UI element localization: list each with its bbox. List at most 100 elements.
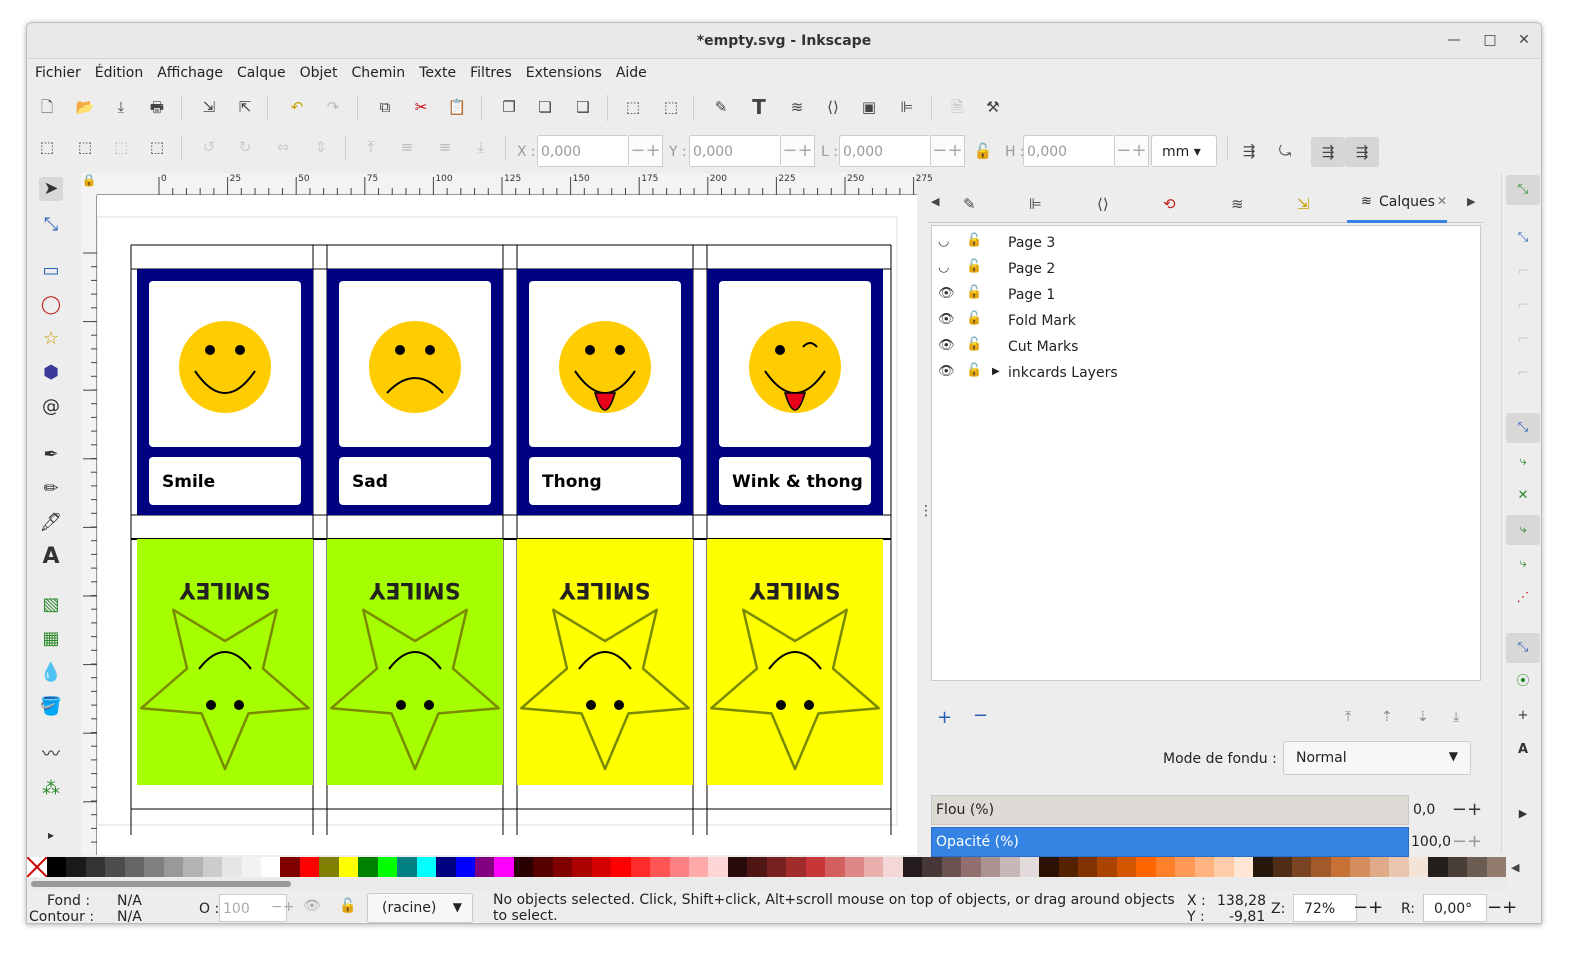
cut-icon[interactable]: ✂ [411,97,431,117]
preferences-icon[interactable]: ⚒ [983,97,1003,117]
color-swatch[interactable] [552,857,573,877]
color-swatch[interactable] [124,857,145,877]
export-icon[interactable]: ⇱ [235,97,255,117]
tab-align[interactable]: ⊫ [1029,195,1042,213]
spray-tool-icon[interactable]: ⁂ [39,777,63,801]
color-swatch[interactable] [1136,857,1156,877]
more-tools-icon[interactable]: ▸ [39,823,63,847]
snap-nodes-icon[interactable]: ⤡ [1506,413,1540,443]
color-swatch[interactable] [474,857,495,877]
eye-closed-icon[interactable]: ◡ [938,234,949,249]
text-tool-icon[interactable]: A [39,545,63,569]
select-all-layers-icon[interactable]: ⬚ [75,137,95,157]
touch-select-icon[interactable]: ⬚ [147,137,167,157]
layer-row[interactable]: ◡ 🔓 Page 3 [932,230,1480,256]
3d-box-tool-icon[interactable]: ⬢ [39,361,63,385]
remove-layer-icon[interactable]: − [973,705,988,726]
color-swatch[interactable] [1019,857,1040,877]
color-swatch[interactable] [513,857,534,877]
unlocked-icon[interactable]: 🔓 [966,363,982,378]
color-swatch[interactable] [1428,857,1448,877]
snap-toggle-icon[interactable]: ⤡ [1506,175,1540,205]
text-font-icon[interactable]: T [749,97,769,117]
color-swatch[interactable] [805,857,826,877]
eye-open-icon[interactable]: 👁 [938,364,955,379]
eye-open-icon[interactable]: 👁 [938,312,955,327]
card-back-1[interactable]: SMILEY [327,539,503,785]
eye-open-icon[interactable]: 👁 [938,286,955,301]
color-swatch[interactable] [825,857,845,877]
selector-tool-icon[interactable]: ➤ [39,177,63,201]
color-swatch[interactable] [1467,857,1487,877]
color-swatch[interactable] [922,857,942,877]
snap-intersections-icon[interactable]: ✕ [1506,481,1540,511]
tab-fill-stroke[interactable]: ✎ [963,195,976,213]
rotate-cw-icon[interactable]: ↻ [235,137,255,157]
card-back-3[interactable]: SMILEY [707,539,883,785]
close-button[interactable]: ✕ [1515,32,1533,48]
color-swatch[interactable] [455,857,475,877]
color-swatch[interactable] [280,857,300,877]
rotation-stepper[interactable]: −+ [1487,897,1517,918]
color-swatch[interactable] [1330,857,1351,877]
lower-icon[interactable]: ≡ [435,137,455,157]
menu-extensions[interactable]: Extensions [518,59,608,81]
color-swatch[interactable] [688,857,709,877]
layer-row[interactable]: 👁 🔓 Page 1 [932,282,1480,308]
color-swatch[interactable] [66,857,86,877]
snap-object-center-icon[interactable]: ⦿ [1506,667,1540,697]
color-swatch[interactable] [1058,857,1079,877]
color-swatch[interactable] [1486,857,1506,877]
color-swatch[interactable] [1292,857,1312,877]
blend-mode-select[interactable]: Normal ▼ [1283,741,1471,775]
opacity-stepper[interactable]: −+ [1451,827,1483,857]
snap-paths-icon[interactable]: ⤷ [1506,447,1540,477]
xml-editor-icon[interactable]: ⟨⟩ [823,97,843,117]
save-icon[interactable]: ⤓ [111,97,131,117]
color-swatch[interactable] [183,857,203,877]
menu-edition[interactable]: Édition [87,59,149,81]
menu-filtres[interactable]: Filtres [462,59,518,81]
y-stepper[interactable]: −+ [781,135,815,167]
expand-arrow-icon[interactable]: ▶ [992,366,1000,377]
card-back-0[interactable]: SMILEY [137,539,313,785]
color-swatch[interactable] [669,857,689,877]
color-swatch[interactable] [241,857,261,877]
color-swatch[interactable] [1233,857,1254,877]
deselect-icon[interactable]: ⬚ [111,137,131,157]
color-swatch[interactable] [727,857,748,877]
color-swatch[interactable] [144,857,164,877]
color-swatch[interactable] [1194,857,1215,877]
color-swatch[interactable] [1155,857,1176,877]
color-swatch[interactable] [47,857,67,877]
menu-aide[interactable]: Aide [608,59,653,81]
h-stepper[interactable]: −+ [1115,135,1149,167]
color-swatch[interactable] [611,857,631,877]
flip-vertical-icon[interactable]: ⇕ [311,137,331,157]
tabs-scroll-left-icon[interactable]: ◀ [931,195,939,208]
ungroup-icon[interactable]: ⬚ [661,97,681,117]
color-swatch[interactable] [747,857,767,877]
color-swatch[interactable] [85,857,106,877]
lock-ratio-icon[interactable]: 🔓 [973,141,993,161]
drawing-canvas[interactable]: SMILEY SMILEY SMILEY SMILEY Smile Sad Thong Wi… [97,195,917,855]
raise-top-icon[interactable]: ⤒ [361,137,381,157]
x-field[interactable]: 0,000 [537,135,629,167]
color-swatch[interactable] [902,857,923,877]
paste-icon[interactable]: 📋 [447,97,467,117]
unit-select[interactable]: mm ▾ [1151,135,1217,167]
horizontal-scrollbar[interactable] [27,878,1507,890]
unlocked-icon[interactable]: 🔓 [966,259,982,274]
color-swatch[interactable] [961,857,981,877]
layer-down-icon[interactable]: ⇣ [1417,709,1429,725]
color-swatch[interactable] [416,857,437,877]
color-swatch[interactable] [1078,857,1098,877]
ellipse-tool-icon[interactable]: ◯ [39,293,63,317]
layer-to-top-icon[interactable]: ⤒ [1345,709,1351,725]
unlocked-icon[interactable]: 🔓 [966,285,982,300]
layer-up-icon[interactable]: ⇡ [1381,709,1393,725]
color-swatch[interactable] [864,857,884,877]
color-swatch[interactable] [436,857,456,877]
opacity-short-stepper[interactable]: −+ [271,899,294,915]
pencil-tool-icon[interactable]: ✏ [39,477,63,501]
